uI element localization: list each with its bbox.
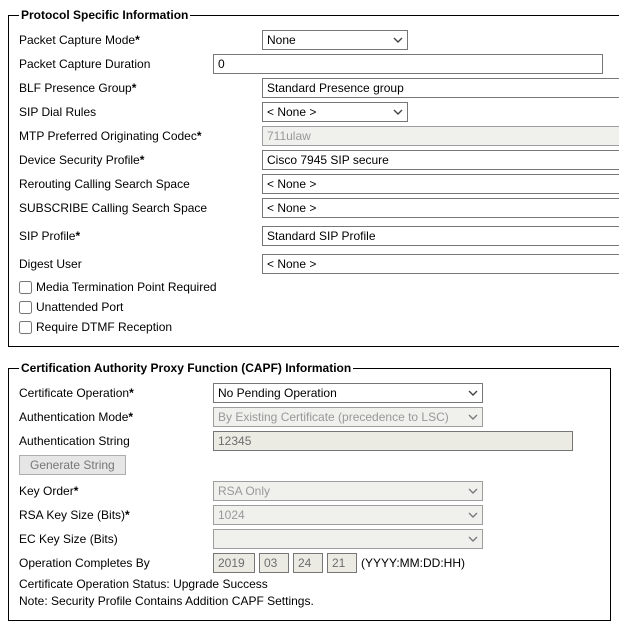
operation-completes-by-dd — [293, 553, 323, 573]
key-order-select: RSA Only — [213, 481, 483, 501]
digest-user-label: Digest User — [19, 257, 262, 271]
authentication-mode-label: Authentication Mode — [19, 410, 213, 424]
operation-completes-by-yyyy — [213, 553, 255, 573]
operation-completes-by-label: Operation Completes By — [19, 556, 213, 570]
digest-user-select[interactable]: < None > — [262, 254, 619, 274]
operation-completes-by-mm — [259, 553, 289, 573]
authentication-mode-select: By Existing Certificate (precedence to L… — [213, 407, 483, 427]
rerouting-css-label: Rerouting Calling Search Space — [19, 177, 262, 191]
media-termination-point-required-checkbox[interactable] — [19, 281, 32, 294]
sip-profile-select[interactable]: Standard SIP Profile — [262, 226, 619, 246]
authentication-string-input — [213, 431, 573, 451]
capf-info-section: Certification Authority Proxy Function (… — [8, 361, 611, 621]
rsa-key-size-label: RSA Key Size (Bits) — [19, 508, 213, 522]
require-dtmf-reception-checkbox[interactable] — [19, 321, 32, 334]
generate-string-button: Generate String — [19, 455, 126, 475]
sip-profile-label: SIP Profile — [19, 229, 262, 243]
unattended-port-checkbox[interactable] — [19, 301, 32, 314]
protocol-specific-info-legend: Protocol Specific Information — [19, 8, 190, 22]
mtp-codec-select: 711ulaw — [262, 126, 619, 146]
key-order-label: Key Order — [19, 484, 213, 498]
operation-completes-by-hh — [327, 553, 357, 573]
date-format-hint: (YYYY:MM:DD:HH) — [361, 556, 465, 570]
rerouting-css-select[interactable]: < None > — [262, 174, 619, 194]
sip-dial-rules-label: SIP Dial Rules — [19, 105, 262, 119]
sip-dial-rules-select[interactable]: < None > — [262, 102, 408, 122]
packet-capture-mode-label: Packet Capture Mode — [19, 33, 262, 47]
authentication-string-label: Authentication String — [19, 434, 213, 448]
blf-presence-group-label: BLF Presence Group — [19, 81, 262, 95]
capf-note: Note: Security Profile Contains Addition… — [19, 594, 600, 608]
blf-presence-group-select[interactable]: Standard Presence group — [262, 78, 619, 98]
subscribe-css-label: SUBSCRIBE Calling Search Space — [19, 201, 262, 215]
packet-capture-duration-label: Packet Capture Duration — [19, 57, 213, 71]
device-security-profile-select[interactable]: Cisco 7945 SIP secure — [262, 150, 619, 170]
certificate-operation-status: Certificate Operation Status: Upgrade Su… — [19, 577, 600, 591]
mtp-codec-label: MTP Preferred Originating Codec — [19, 129, 262, 143]
packet-capture-mode-select[interactable]: None — [262, 30, 408, 50]
capf-info-legend: Certification Authority Proxy Function (… — [19, 361, 353, 375]
ec-key-size-label: EC Key Size (Bits) — [19, 532, 213, 546]
protocol-specific-info-section: Protocol Specific Information Packet Cap… — [8, 8, 619, 347]
media-termination-point-required-label: Media Termination Point Required — [36, 280, 217, 294]
subscribe-css-select[interactable]: < None > — [262, 198, 619, 218]
rsa-key-size-select: 1024 — [213, 505, 483, 525]
unattended-port-label: Unattended Port — [36, 300, 123, 314]
certificate-operation-label: Certificate Operation — [19, 386, 213, 400]
ec-key-size-select — [213, 529, 483, 549]
certificate-operation-select[interactable]: No Pending Operation — [213, 383, 483, 403]
device-security-profile-label: Device Security Profile — [19, 153, 262, 167]
require-dtmf-reception-label: Require DTMF Reception — [36, 320, 172, 334]
packet-capture-duration-input[interactable] — [213, 54, 603, 74]
